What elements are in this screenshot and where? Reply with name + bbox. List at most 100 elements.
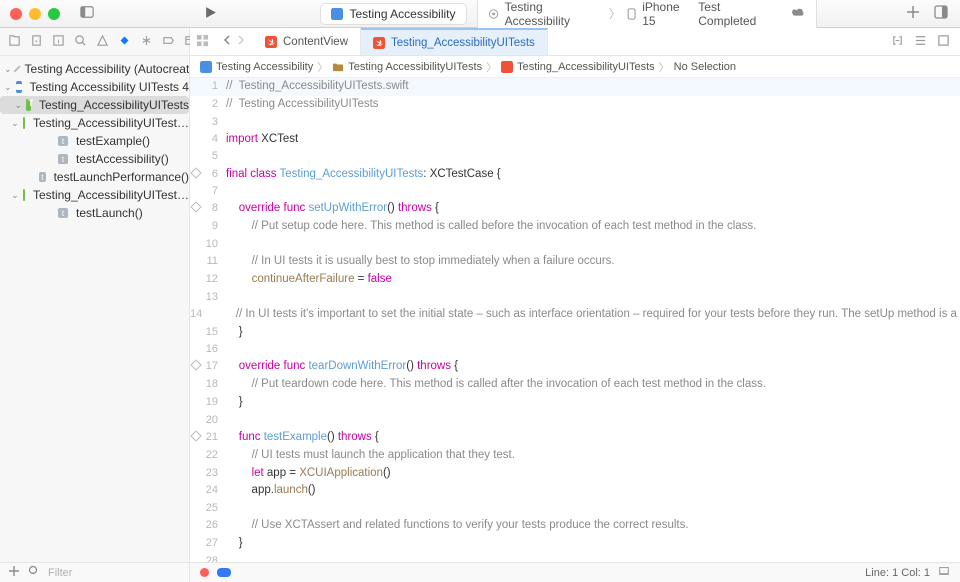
chevron-down-icon[interactable]: ⌄ bbox=[11, 190, 19, 201]
swift-icon bbox=[501, 61, 513, 73]
chevron-down-icon[interactable]: ⌄ bbox=[11, 118, 19, 129]
code-line[interactable]: 12 continueAfterFailure = false bbox=[190, 271, 960, 289]
code-line[interactable]: 17 override func tearDownWithError() thr… bbox=[190, 358, 960, 376]
counterparts-icon[interactable] bbox=[891, 34, 904, 50]
test-navigator: ⌄ Testing Accessibility (Autocreat… ⌄ Te… bbox=[0, 56, 190, 562]
code-line[interactable]: 18 // Put teardown code here. This metho… bbox=[190, 376, 960, 394]
code-line[interactable]: 13 bbox=[190, 289, 960, 306]
tree-test-item[interactable]: ttestLaunch() bbox=[0, 204, 189, 222]
navigator-selector bbox=[0, 28, 190, 56]
nav-find-icon[interactable] bbox=[74, 34, 87, 50]
crumb-folder[interactable]: Testing AccessibilityUITests bbox=[348, 61, 482, 73]
error-indicator-icon[interactable] bbox=[200, 568, 209, 577]
library-icon[interactable] bbox=[934, 5, 948, 22]
tree-test-item[interactable]: t testAccessibility() bbox=[0, 150, 189, 168]
nav-tests-icon[interactable] bbox=[118, 34, 131, 50]
tree-test-item[interactable]: ttestLaunchPerformance() bbox=[0, 168, 189, 186]
filter-options-icon[interactable] bbox=[28, 565, 40, 580]
run-button[interactable] bbox=[190, 6, 231, 22]
nav-issues-icon[interactable] bbox=[96, 34, 109, 50]
adjust-editor-icon[interactable] bbox=[914, 34, 927, 50]
tab-uitests[interactable]: Testing_AccessibilityUITests bbox=[361, 28, 548, 55]
code-line[interactable]: 8 override func setUpWithError() throws … bbox=[190, 200, 960, 218]
run-test-gutter-icon[interactable] bbox=[190, 360, 201, 371]
device-icon bbox=[627, 8, 636, 20]
forward-button[interactable] bbox=[235, 34, 247, 49]
crumb-file[interactable]: Testing_AccessibilityUITests bbox=[517, 61, 655, 73]
code-line[interactable]: 15 } bbox=[190, 324, 960, 342]
chevron-down-icon[interactable]: ⌄ bbox=[4, 64, 12, 75]
sidebar-toggle-icon[interactable] bbox=[80, 5, 94, 22]
code-line[interactable]: 28 bbox=[190, 553, 960, 562]
breakpoint-toggle-icon[interactable] bbox=[217, 568, 231, 577]
tree-target[interactable]: ⌄ Testing_AccessibilityUITests bbox=[0, 96, 189, 114]
run-test-gutter-icon[interactable] bbox=[190, 430, 201, 441]
class-label: Testing_AccessibilityUITest… bbox=[33, 116, 189, 130]
add-navigator-button[interactable] bbox=[8, 565, 20, 580]
breadcrumb[interactable]: Testing Accessibility 〉 Testing Accessib… bbox=[190, 56, 960, 78]
chevron-down-icon[interactable]: ⌄ bbox=[4, 82, 12, 93]
tree-class1[interactable]: ⌄ Testing_AccessibilityUITest… bbox=[0, 114, 189, 132]
nav-bookmark-icon[interactable] bbox=[52, 34, 65, 50]
code-line[interactable]: 22 // UI tests must launch the applicati… bbox=[190, 447, 960, 465]
inspector-toggle-icon[interactable] bbox=[938, 565, 950, 580]
run-test-gutter-icon[interactable] bbox=[190, 167, 201, 178]
target-label: Testing_AccessibilityUITests bbox=[39, 98, 189, 112]
tree-class2[interactable]: ⌄ Testing_AccessibilityUITest… bbox=[0, 186, 189, 204]
run-test-icon[interactable] bbox=[13, 65, 20, 72]
code-line[interactable]: 7 bbox=[190, 183, 960, 200]
code-line[interactable]: 2// Testing AccessibilityUITests bbox=[190, 96, 960, 114]
method-icon: t bbox=[58, 154, 68, 164]
add-button[interactable] bbox=[906, 5, 920, 22]
related-items-icon[interactable] bbox=[190, 34, 215, 50]
app-icon bbox=[331, 8, 343, 20]
minimize-icon[interactable] bbox=[29, 8, 41, 20]
root-label: Testing Accessibility (Autocreat… bbox=[25, 62, 189, 76]
filter-input[interactable]: Filter bbox=[48, 567, 181, 579]
crumb-selection[interactable]: No Selection bbox=[674, 61, 736, 73]
cloud-icon bbox=[790, 7, 806, 21]
code-line[interactable]: 10 bbox=[190, 236, 960, 253]
code-editor[interactable]: 1// Testing_AccessibilityUITests.swift2/… bbox=[190, 78, 960, 562]
tree-test-item[interactable]: ttestExample() bbox=[0, 132, 189, 150]
run-test-gutter-icon[interactable] bbox=[190, 202, 201, 213]
destination-label: iPhone 15 bbox=[642, 0, 692, 28]
crumb-project[interactable]: Testing Accessibility bbox=[216, 61, 313, 73]
code-line[interactable]: 24 app.launch() bbox=[190, 482, 960, 500]
code-line[interactable]: 1// Testing_AccessibilityUITests.swift bbox=[190, 78, 960, 96]
code-line[interactable]: 16 bbox=[190, 341, 960, 358]
run-destination[interactable]: Testing Accessibility 〉 iPhone 15 Test C… bbox=[477, 0, 817, 32]
test-name-label: testAccessibility() bbox=[76, 152, 169, 166]
code-line[interactable]: 5 bbox=[190, 148, 960, 165]
back-button[interactable] bbox=[221, 34, 233, 49]
code-line[interactable]: 26 // Use XCTAssert and related function… bbox=[190, 517, 960, 535]
code-line[interactable]: 19 } bbox=[190, 394, 960, 412]
code-line[interactable]: 4import XCTest bbox=[190, 131, 960, 149]
code-line[interactable]: 21 func testExample() throws { bbox=[190, 429, 960, 447]
close-icon[interactable] bbox=[10, 8, 22, 20]
zoom-icon[interactable] bbox=[48, 8, 60, 20]
method-icon: t bbox=[58, 208, 68, 218]
test-name-label: testLaunchPerformance() bbox=[54, 170, 189, 184]
swift-icon bbox=[373, 37, 385, 49]
code-line[interactable]: 23 let app = XCUIApplication() bbox=[190, 465, 960, 483]
nav-project-icon[interactable] bbox=[8, 34, 21, 50]
tree-root[interactable]: ⌄ Testing Accessibility (Autocreat… bbox=[0, 60, 189, 78]
code-line[interactable]: 27 } bbox=[190, 535, 960, 553]
scheme-selector[interactable]: Testing Accessibility bbox=[320, 3, 466, 25]
nav-debug-icon[interactable] bbox=[140, 34, 153, 50]
project-name-label: Testing Accessibility bbox=[349, 7, 455, 21]
code-line[interactable]: 20 bbox=[190, 412, 960, 429]
editor-options-icon[interactable] bbox=[937, 34, 950, 50]
code-line[interactable]: 3 bbox=[190, 114, 960, 131]
tab-contentview[interactable]: ContentView bbox=[253, 28, 361, 55]
tree-scheme[interactable]: ⌄ Testing Accessibility UITests 4… bbox=[0, 78, 189, 96]
chevron-down-icon[interactable]: ⌄ bbox=[15, 100, 23, 111]
code-line[interactable]: 14 // In UI tests it's important to set … bbox=[190, 306, 960, 324]
nav-source-icon[interactable] bbox=[30, 34, 43, 50]
code-line[interactable]: 11 // In UI tests it is usually best to … bbox=[190, 253, 960, 271]
nav-breakpoints-icon[interactable] bbox=[162, 34, 175, 50]
code-line[interactable]: 6final class Testing_AccessibilityUITest… bbox=[190, 166, 960, 184]
code-line[interactable]: 25 bbox=[190, 500, 960, 517]
code-line[interactable]: 9 // Put setup code here. This method is… bbox=[190, 218, 960, 236]
